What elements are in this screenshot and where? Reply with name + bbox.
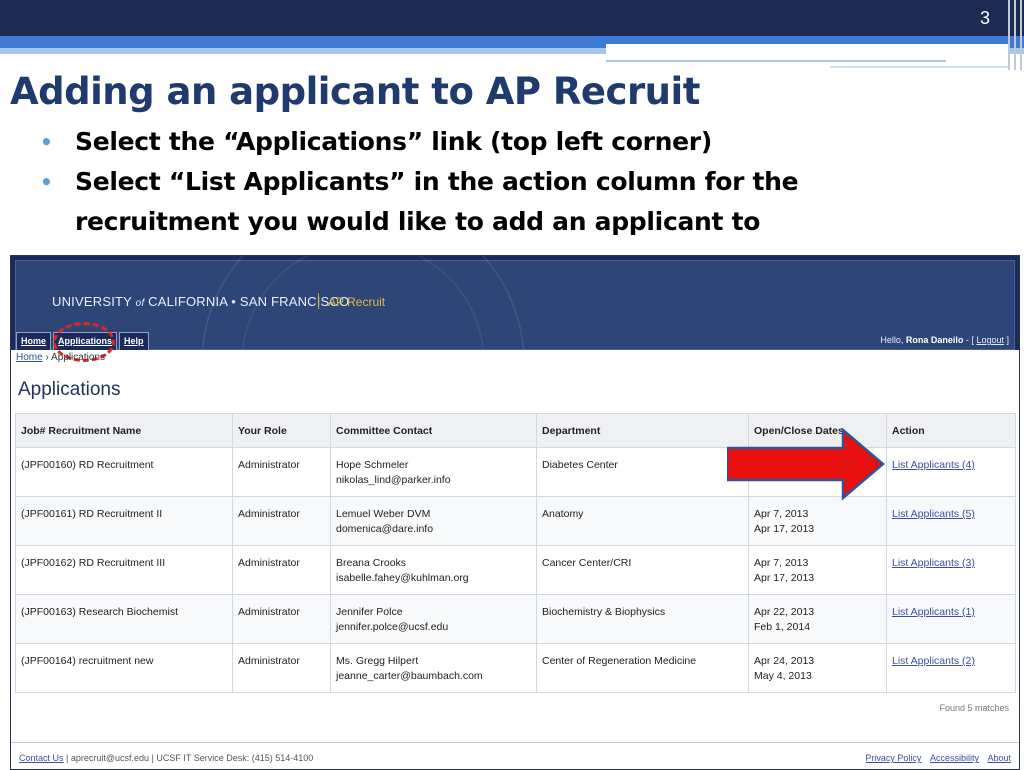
contact-cell: Breana Crooks isabelle.fahey@kuhlman.org bbox=[330, 545, 537, 595]
logout-link[interactable]: Logout bbox=[976, 335, 1004, 345]
slide-band-line bbox=[830, 66, 1010, 68]
contact-cell: Hope Schmeler nikolas_lind@parker.info bbox=[330, 447, 537, 497]
action-cell: List Applicants (1) bbox=[886, 594, 1016, 644]
page-title: Applications bbox=[18, 379, 121, 400]
job-cell: (JPF00160) RD Recruitment bbox=[15, 447, 233, 497]
table-row: (JPF00161) RD Recruitment II Administrat… bbox=[15, 496, 1016, 546]
bullet-item: • Select “List Applicants” in the action … bbox=[40, 162, 840, 242]
department-cell: Diabetes Center bbox=[536, 447, 749, 497]
app-name: AP Recruit bbox=[328, 295, 386, 309]
slide-band-cutout bbox=[606, 44, 1010, 58]
user-greeting: Hello, Rona Daneilo - [ Logout ] bbox=[880, 335, 1009, 345]
column-header: Department bbox=[536, 413, 749, 448]
nav-home[interactable]: Home bbox=[16, 332, 52, 350]
dates-cell: Apr 7, 2013 Apr 17, 2013 bbox=[748, 496, 887, 546]
slide-number: 3 bbox=[979, 8, 990, 28]
slide-top-band bbox=[0, 0, 1024, 36]
column-header: Job# Recruitment Name bbox=[15, 413, 233, 448]
about-link[interactable]: About bbox=[987, 753, 1011, 763]
breadcrumb-home[interactable]: Home bbox=[16, 352, 43, 363]
nav-help[interactable]: Help bbox=[119, 332, 149, 350]
slide-title: Adding an applicant to AP Recruit bbox=[10, 70, 700, 113]
app-screenshot: UNIVERSITY of CALIFORNIA • SAN FRANCISCO… bbox=[10, 255, 1020, 770]
action-cell: List Applicants (5) bbox=[886, 496, 1016, 546]
job-cell: (JPF00164) recruitment new bbox=[15, 643, 233, 693]
contact-cell: Ms. Gregg Hilpert jeanne_carter@baumbach.… bbox=[330, 643, 537, 693]
list-applicants-link[interactable]: List Applicants (2) bbox=[892, 655, 975, 667]
list-applicants-link[interactable]: List Applicants (1) bbox=[892, 606, 975, 618]
user-name: Rona Daneilo bbox=[905, 335, 964, 345]
contact-cell: Jennifer Polce jennifer.polce@ucsf.edu bbox=[330, 594, 537, 644]
header-separator bbox=[318, 293, 319, 309]
list-applicants-link[interactable]: List Applicants (4) bbox=[892, 459, 975, 471]
job-cell: (JPF00161) RD Recruitment II bbox=[15, 496, 233, 546]
department-cell: Anatomy bbox=[536, 496, 749, 546]
job-cell: (JPF00162) RD Recruitment III bbox=[15, 545, 233, 595]
privacy-policy-link[interactable]: Privacy Policy bbox=[865, 753, 921, 763]
result-count: Found 5 matches bbox=[939, 703, 1009, 713]
bullet-dot-icon: • bbox=[40, 130, 53, 154]
role-cell: Administrator bbox=[232, 643, 331, 693]
role-cell: Administrator bbox=[232, 496, 331, 546]
breadcrumb-current: Applications bbox=[51, 352, 105, 363]
column-header: Committee Contact bbox=[330, 413, 537, 448]
department-cell: Cancer Center/CRI bbox=[536, 545, 749, 595]
list-applicants-link[interactable]: List Applicants (3) bbox=[892, 557, 975, 569]
dates-cell: Apr 22, 2013 Feb 1, 2014 bbox=[748, 594, 887, 644]
department-cell: Biochemistry & Biophysics bbox=[536, 594, 749, 644]
column-header: Action bbox=[886, 413, 1016, 448]
job-cell: (JPF00163) Research Biochemist bbox=[15, 594, 233, 644]
table-row: (JPF00163) Research Biochemist Administr… bbox=[15, 594, 1016, 644]
bullet-text: Select the “Applications” link (top left… bbox=[75, 127, 712, 156]
slide-band-line bbox=[606, 60, 946, 62]
slide-vertical-lines bbox=[1006, 0, 1024, 70]
university-name: UNIVERSITY of CALIFORNIA • SAN FRANCISCO bbox=[52, 294, 350, 309]
table-row: (JPF00164) recruitment new Administrator… bbox=[15, 643, 1016, 693]
app-header: UNIVERSITY of CALIFORNIA • SAN FRANCISCO… bbox=[11, 256, 1019, 525]
column-header: Your Role bbox=[232, 413, 331, 448]
dates-cell: Apr 24, 2013 May 4, 2013 bbox=[748, 643, 887, 693]
list-applicants-link[interactable]: List Applicants (5) bbox=[892, 508, 975, 520]
pointer-arrow-icon bbox=[727, 428, 885, 500]
role-cell: Administrator bbox=[232, 447, 331, 497]
app-footer: Contact Us | aprecruit@ucsf.edu | UCSF I… bbox=[11, 742, 1019, 769]
action-cell: List Applicants (4) bbox=[886, 447, 1016, 497]
department-cell: Center of Regeneration Medicine bbox=[536, 643, 749, 693]
bullet-text: Select “List Applicants” in the action c… bbox=[75, 167, 799, 236]
contact-cell: Lemuel Weber DVM domenica@dare.info bbox=[330, 496, 537, 546]
role-cell: Administrator bbox=[232, 594, 331, 644]
role-cell: Administrator bbox=[232, 545, 331, 595]
bullet-list: • Select the “Applications” link (top lef… bbox=[40, 122, 840, 242]
bullet-dot-icon: • bbox=[40, 170, 53, 194]
accessibility-link[interactable]: Accessibility bbox=[930, 753, 979, 763]
bullet-item: • Select the “Applications” link (top lef… bbox=[40, 122, 840, 162]
table-row: (JPF00162) RD Recruitment III Administra… bbox=[15, 545, 1016, 595]
breadcrumb: Home › Applications bbox=[16, 352, 105, 363]
contact-us-link[interactable]: Contact Us bbox=[19, 753, 64, 763]
action-cell: List Applicants (2) bbox=[886, 643, 1016, 693]
contact-info: | aprecruit@ucsf.edu | UCSF IT Service D… bbox=[66, 753, 314, 763]
dates-cell: Apr 7, 2013 Apr 17, 2013 bbox=[748, 545, 887, 595]
action-cell: List Applicants (3) bbox=[886, 545, 1016, 595]
